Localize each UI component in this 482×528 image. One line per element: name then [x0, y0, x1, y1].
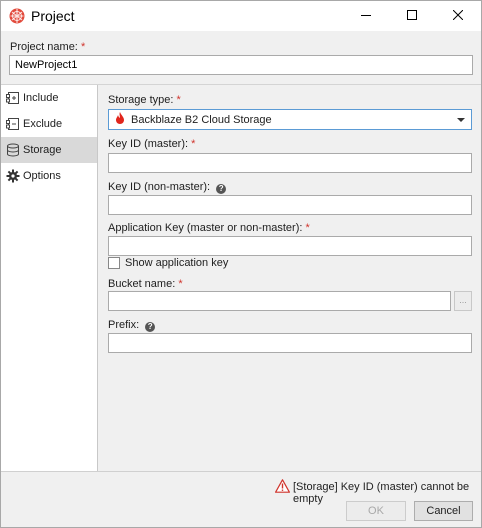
required-mark: * [80, 41, 86, 53]
storage-type-value: Backblaze B2 Cloud Storage [131, 113, 272, 126]
grid-ball-icon [9, 8, 25, 24]
window-title: Project [31, 8, 75, 24]
help-icon[interactable]: ? [216, 184, 227, 194]
bucket-name-label: Bucket name: * [108, 278, 183, 290]
title-bar[interactable]: Project [1, 1, 481, 31]
exclude-icon [6, 117, 20, 131]
nav-item-include[interactable]: Include [1, 85, 97, 111]
required-mark: * [305, 222, 310, 234]
database-icon [6, 143, 20, 157]
cancel-button[interactable]: Cancel [414, 501, 473, 521]
prefix-input[interactable] [108, 333, 472, 353]
required-mark: * [178, 278, 183, 290]
required-mark: * [176, 94, 181, 106]
include-icon [6, 91, 20, 105]
nav-item-exclude[interactable]: Exclude [1, 111, 97, 137]
storage-type-label: Storage type: * [108, 94, 181, 106]
key-id-master-label: Key ID (master): * [108, 138, 196, 150]
category-nav: Include Exclude Storage Options [1, 85, 98, 471]
storage-panel: Storage type: * Backblaze B2 Cloud Stora… [99, 85, 481, 471]
chevron-down-icon [457, 118, 465, 122]
minimize-icon [361, 10, 371, 23]
maximize-button[interactable] [389, 1, 435, 31]
show-application-key-label[interactable]: Show application key [125, 257, 228, 269]
bucket-name-input[interactable] [108, 291, 451, 311]
ok-button[interactable]: OK [346, 501, 406, 521]
dialog-footer: [Storage] Key ID (master) cannot be empt… [1, 471, 481, 527]
project-dialog: Project Project name: * NewProject1 Incl… [0, 0, 482, 528]
close-icon [452, 9, 464, 23]
nav-item-storage[interactable]: Storage [1, 137, 97, 163]
dialog-body: Include Exclude Storage Options Storage … [1, 84, 481, 471]
key-id-nonmaster-input[interactable] [108, 195, 472, 215]
browse-bucket-button[interactable]: ... [454, 291, 472, 311]
maximize-icon [407, 9, 417, 23]
required-mark: * [191, 138, 196, 150]
application-key-label: Application Key (master or non-master): … [108, 222, 310, 234]
show-application-key-checkbox[interactable] [108, 257, 120, 269]
project-name-input[interactable] [9, 55, 473, 75]
prefix-label: Prefix: ? [108, 319, 156, 332]
close-button[interactable] [435, 1, 481, 31]
gear-icon [6, 169, 20, 183]
minimize-button[interactable] [343, 1, 389, 31]
backblaze-flame-icon [115, 112, 125, 127]
key-id-nonmaster-label: Key ID (non-master): ? [108, 181, 227, 194]
nav-item-options[interactable]: Options [1, 163, 97, 189]
help-icon[interactable]: ? [145, 322, 156, 332]
key-id-master-input[interactable] [108, 153, 472, 173]
project-name-label: Project name: * [10, 41, 86, 53]
storage-type-select[interactable]: Backblaze B2 Cloud Storage [108, 109, 472, 130]
warning-icon [275, 479, 290, 493]
application-key-input[interactable] [108, 236, 472, 256]
